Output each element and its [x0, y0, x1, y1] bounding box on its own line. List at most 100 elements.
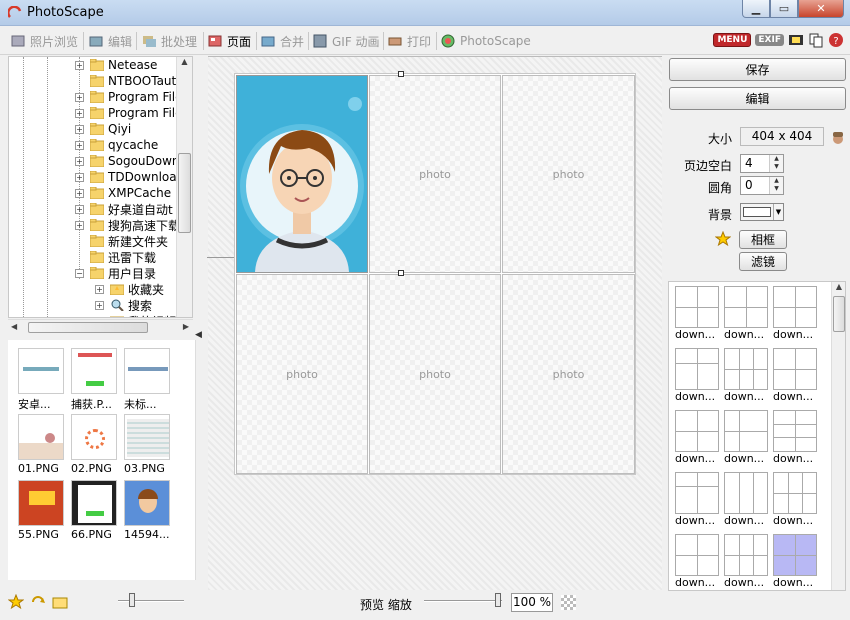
tree-expander-icon[interactable]: + — [75, 156, 84, 166]
tree-item[interactable]: − 用户目录 — [75, 265, 156, 281]
menu-button[interactable]: MENU — [713, 33, 752, 47]
tree-subitem[interactable]: + 收藏夹 — [95, 281, 164, 297]
tree-item[interactable]: + Netease — [75, 57, 157, 73]
film-icon[interactable] — [788, 32, 804, 48]
thumbnail-item[interactable]: 未标... — [124, 348, 172, 412]
panel-collapse-arrow-icon[interactable]: ◀ — [195, 330, 202, 340]
tab-print[interactable]: 打印 — [387, 30, 431, 52]
thumbnail-item[interactable]: 01.PNG — [18, 414, 66, 475]
rotate-icon[interactable] — [30, 594, 46, 610]
tab-photoscape[interactable]: PhotoScape — [440, 30, 531, 52]
zoom-slider[interactable] — [424, 600, 502, 602]
transparency-grid-icon[interactable] — [561, 595, 576, 610]
minimize-button[interactable]: ▁ — [742, 0, 770, 18]
tree-expander-icon[interactable]: + — [75, 140, 84, 150]
tree-item[interactable]: + qycache — [75, 137, 158, 153]
tree-expander-icon[interactable]: + — [75, 92, 84, 102]
tab-gif[interactable]: GIF 动画 — [312, 30, 380, 52]
tree-item[interactable]: + Program File — [75, 105, 183, 121]
layout-template[interactable]: down... — [724, 348, 768, 403]
resize-handle[interactable] — [398, 270, 404, 276]
tree-expander-icon[interactable]: + — [75, 172, 84, 182]
frame-button[interactable]: 相框 — [739, 230, 787, 249]
layout-template[interactable]: down... — [773, 348, 817, 403]
tree-item[interactable]: NTBOOTaut — [75, 73, 176, 89]
tab-viewer[interactable]: 照片浏览 — [10, 30, 78, 52]
thumbnail-item[interactable]: 14594... — [124, 480, 172, 541]
thumbnail-item[interactable]: 66.PNG — [71, 480, 119, 541]
photo-cell-empty[interactable]: photo — [502, 75, 635, 273]
layout-template[interactable]: down... — [675, 472, 719, 527]
tree-expander-icon[interactable]: + — [75, 108, 84, 118]
tree-expander-icon[interactable]: + — [95, 300, 104, 310]
resize-handle[interactable] — [398, 71, 404, 77]
layout-template[interactable]: down... — [675, 286, 719, 341]
tree-item[interactable]: + TDDownloa — [75, 169, 177, 185]
close-button[interactable]: ✕ — [798, 0, 844, 18]
tree-expander-icon[interactable]: + — [75, 188, 84, 198]
layout-template[interactable]: down... — [675, 534, 719, 589]
tab-combine[interactable]: 合并 — [260, 30, 304, 52]
open-folder-icon[interactable] — [52, 594, 68, 610]
save-button[interactable]: 保存 — [669, 58, 846, 81]
tree-expander-icon[interactable]: + — [75, 60, 84, 70]
photo-cell-empty[interactable]: photo — [369, 274, 501, 474]
tree-item[interactable]: + Qiyi — [75, 121, 131, 137]
tree-item[interactable]: + Program File — [75, 89, 183, 105]
thumbnail-item[interactable]: 03.PNG — [124, 414, 172, 475]
thumbnail-item[interactable]: 捕获.P... — [71, 348, 119, 412]
layout-template[interactable]: down... — [675, 348, 719, 403]
thumbnail-item[interactable]: 55.PNG — [18, 480, 66, 541]
copy-icon[interactable] — [808, 32, 824, 48]
thumbnail-item[interactable]: 02.PNG — [71, 414, 119, 475]
layout-template[interactable]: down... — [773, 410, 817, 465]
zoom-value[interactable]: 100 % — [511, 593, 553, 612]
tree-vertical-scrollbar[interactable]: ▲ — [176, 57, 192, 317]
exif-button[interactable]: EXIF — [755, 34, 784, 46]
tab-page[interactable]: 页面 — [207, 30, 251, 52]
tree-expander-icon[interactable]: + — [95, 284, 104, 294]
tree-item[interactable]: + XMPCache — [75, 185, 171, 201]
background-color-picker[interactable]: ▼ — [740, 203, 784, 221]
tree-expander-icon[interactable]: + — [75, 124, 84, 134]
template-scrollbar[interactable]: ▲ — [831, 282, 845, 590]
tree-expander-icon[interactable]: + — [75, 220, 84, 230]
acorn-icon[interactable] — [831, 129, 845, 145]
thumbnail-size-slider[interactable] — [118, 600, 184, 602]
layout-template[interactable]: down... — [773, 472, 817, 527]
photo-cell-empty[interactable]: photo — [502, 274, 635, 474]
folder-tree[interactable]: + Netease NTBOOTaut + Program File + Program F… — [8, 56, 193, 318]
layout-template[interactable]: down... — [675, 410, 719, 465]
favorite-star-icon[interactable] — [715, 231, 731, 247]
help-icon[interactable]: ? — [828, 32, 844, 48]
margin-stepper[interactable]: 4 ▲ ▼ — [740, 154, 784, 173]
tree-item[interactable]: + 搜狗高速下载 — [75, 217, 180, 233]
photo-cell-empty[interactable]: photo — [369, 75, 501, 273]
layout-template[interactable]: down... — [724, 286, 768, 341]
layout-template[interactable]: down... — [724, 534, 768, 589]
zoom-slider-knob[interactable] — [495, 593, 501, 607]
tree-horizontal-scrollbar[interactable]: ◀ ▶ — [8, 319, 193, 335]
star-icon[interactable] — [8, 594, 24, 610]
tab-editor[interactable]: 编辑 — [88, 30, 132, 52]
corner-radius-stepper[interactable]: 0 ▲ ▼ — [740, 176, 784, 195]
tree-item[interactable]: + 好桌道自动t — [75, 201, 173, 217]
tree-item[interactable]: + SogouDown — [75, 153, 180, 169]
edit-button[interactable]: 编辑 — [669, 87, 846, 110]
tab-batch[interactable]: 批处理 — [141, 30, 197, 52]
thumbnail-size-slider-knob[interactable] — [129, 593, 135, 607]
photo-cell-filled[interactable] — [236, 75, 368, 273]
filter-button[interactable]: 滤镜 — [739, 252, 787, 271]
maximize-button[interactable]: ▭ — [770, 0, 798, 18]
tree-item[interactable]: 新建文件夹 — [75, 233, 168, 249]
layout-template[interactable]: down... — [773, 534, 817, 589]
tree-item[interactable]: 迅雷下载 — [75, 249, 156, 265]
tree-subitem[interactable]: + 搜索 — [95, 297, 152, 313]
layout-template[interactable]: down... — [724, 410, 768, 465]
tree-expander-icon[interactable]: − — [75, 268, 84, 278]
layout-template[interactable]: down... — [724, 472, 768, 527]
thumbnail-item[interactable]: 安卓... — [18, 348, 66, 412]
photo-cell-empty[interactable]: photo — [236, 274, 368, 474]
tree-expander-icon[interactable]: + — [75, 204, 84, 214]
tree-subitem[interactable]: 我的视频 — [95, 313, 176, 317]
